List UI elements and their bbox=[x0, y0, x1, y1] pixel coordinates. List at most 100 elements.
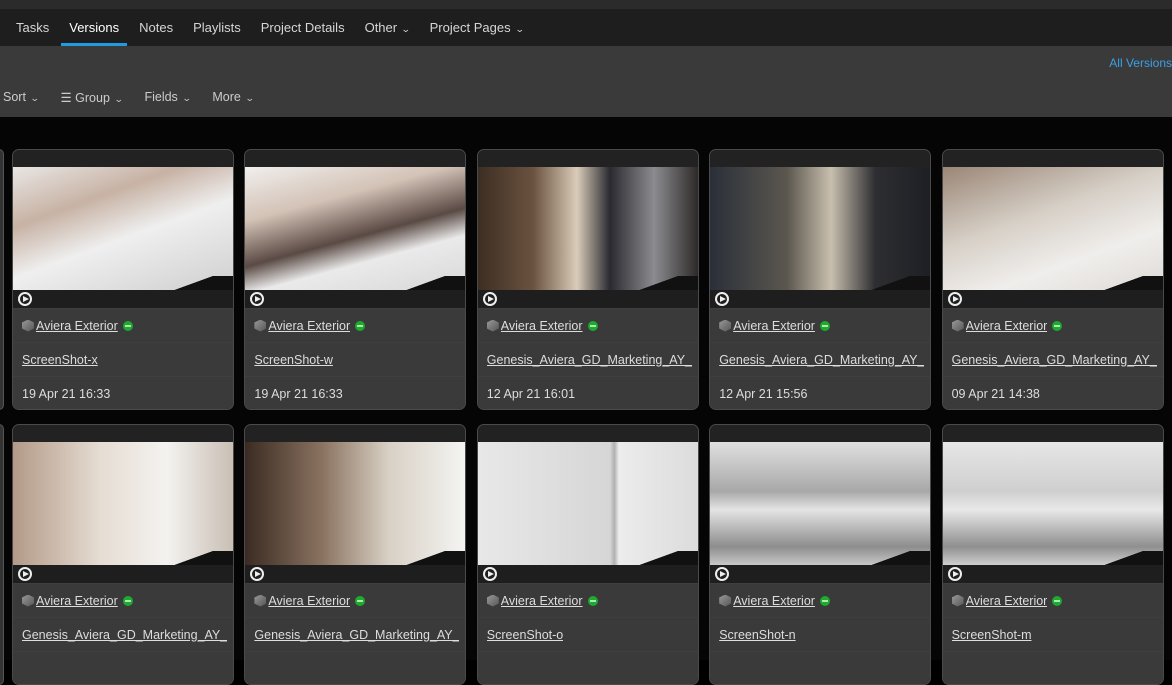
tab-playlists[interactable]: Playlists bbox=[193, 9, 241, 46]
version-name-link[interactable]: ScreenShot-w bbox=[254, 353, 333, 367]
chevron-down-icon: ⌄ bbox=[400, 24, 411, 34]
play-icon[interactable] bbox=[947, 292, 962, 306]
version-name-link[interactable]: ScreenShot-n bbox=[719, 628, 795, 642]
tab-versions[interactable]: Versions bbox=[61, 9, 127, 46]
toolbar: All Versions Sort ⌄ ☰ Group ⌄ Fields ⌄ More… bbox=[0, 46, 1172, 117]
tab-project-details[interactable]: Project Details bbox=[261, 9, 345, 46]
thumbnail-corner bbox=[637, 551, 698, 565]
version-thumbnail[interactable] bbox=[710, 167, 931, 290]
version-thumbnail[interactable] bbox=[477, 442, 698, 565]
asset-cube-icon bbox=[486, 594, 499, 607]
play-bar bbox=[245, 290, 466, 308]
version-card[interactable]: Aviera Exterior Genesis_Aviera_GD_Market… bbox=[12, 424, 234, 685]
version-thumbnail[interactable] bbox=[710, 442, 931, 565]
play-icon[interactable] bbox=[250, 292, 265, 306]
date-row bbox=[13, 651, 233, 684]
tab-project-pages[interactable]: Project Pages ⌄ bbox=[429, 9, 525, 46]
version-card[interactable]: Aviera Exterior Genesis_Aviera_GD_Market… bbox=[476, 149, 699, 410]
entity-link[interactable]: Aviera Exterior bbox=[733, 319, 815, 333]
version-thumbnail[interactable] bbox=[13, 167, 233, 290]
version-name-link[interactable]: Genesis_Aviera_GD_Marketing_AY_C bbox=[22, 628, 227, 642]
entity-link[interactable]: Aviera Exterior bbox=[501, 594, 583, 608]
thumbnail-corner bbox=[870, 551, 931, 565]
version-card[interactable]: Aviera Exterior Genesis_Aviera_GD_Market… bbox=[244, 424, 467, 685]
entity-link[interactable]: Aviera Exterior bbox=[966, 594, 1048, 608]
tab-other[interactable]: Other ⌄ bbox=[364, 9, 411, 46]
all-versions-link[interactable]: All Versions bbox=[1109, 56, 1172, 70]
play-icon[interactable] bbox=[482, 292, 497, 306]
version-thumbnail[interactable] bbox=[245, 167, 466, 290]
chevron-down-icon: ⌄ bbox=[181, 93, 192, 103]
entity-link[interactable]: Aviera Exterior bbox=[36, 594, 118, 608]
thumbnail-corner bbox=[637, 276, 698, 290]
version-card[interactable]: Aviera Exterior Genesis_Aviera_GD_Market… bbox=[709, 149, 932, 410]
thumbnail-corner bbox=[870, 276, 931, 290]
more-button[interactable]: More ⌄ bbox=[212, 90, 254, 105]
tab-tasks[interactable]: Tasks bbox=[16, 9, 49, 46]
asset-cube-icon bbox=[719, 594, 732, 607]
version-card[interactable]: Aviera Exterior ScreenShot-x 19 Apr 21 1… bbox=[12, 149, 234, 410]
version-name-link[interactable]: Genesis_Aviera_GD_Marketing_AY_C bbox=[254, 628, 459, 642]
version-card[interactable]: Aviera Exterior ScreenShot-n bbox=[709, 424, 932, 685]
version-card[interactable]: Aviera Exterior ScreenShot-m bbox=[941, 424, 1164, 685]
tab-other-label: Other bbox=[364, 20, 398, 35]
name-row: ScreenShot-m bbox=[942, 617, 1163, 651]
status-icon bbox=[819, 320, 830, 331]
version-name-link[interactable]: ScreenShot-o bbox=[487, 628, 563, 642]
entity-row: Aviera Exterior bbox=[942, 308, 1163, 342]
version-card[interactable]: Aviera Exterior Genesis_Aviera_GD_Market… bbox=[941, 149, 1164, 410]
version-date: 19 Apr 21 16:33 bbox=[22, 386, 111, 401]
play-icon[interactable] bbox=[715, 292, 730, 306]
entity-link[interactable]: Aviera Exterior bbox=[268, 319, 350, 333]
fields-button[interactable]: Fields ⌄ bbox=[144, 90, 192, 105]
sort-button[interactable]: Sort ⌄ bbox=[3, 90, 40, 105]
entity-link[interactable]: Aviera Exterior bbox=[36, 319, 118, 333]
status-icon bbox=[819, 595, 830, 606]
partial-card bbox=[0, 149, 4, 410]
version-name-link[interactable]: Genesis_Aviera_GD_Marketing_AY_C bbox=[952, 353, 1157, 367]
version-name-link[interactable]: ScreenShot-m bbox=[952, 628, 1032, 642]
play-icon[interactable] bbox=[18, 567, 32, 581]
play-icon[interactable] bbox=[18, 292, 32, 306]
entity-row: Aviera Exterior bbox=[710, 308, 931, 342]
version-date: 19 Apr 21 16:33 bbox=[254, 386, 343, 401]
entity-row: Aviera Exterior bbox=[13, 583, 233, 617]
version-card[interactable]: Aviera Exterior ScreenShot-o bbox=[476, 424, 699, 685]
version-thumbnail[interactable] bbox=[942, 167, 1163, 290]
status-icon bbox=[1052, 595, 1063, 606]
name-row: Genesis_Aviera_GD_Marketing_AY_C bbox=[13, 617, 233, 651]
status-icon bbox=[587, 595, 598, 606]
version-name-link[interactable]: ScreenShot-x bbox=[22, 353, 98, 367]
versions-grid: Aviera Exterior ScreenShot-x 19 Apr 21 1… bbox=[0, 117, 1172, 685]
asset-cube-icon bbox=[719, 319, 732, 332]
play-bar bbox=[710, 290, 931, 308]
entity-link[interactable]: Aviera Exterior bbox=[501, 319, 583, 333]
version-name-link[interactable]: Genesis_Aviera_GD_Marketing_AY_C bbox=[719, 353, 924, 367]
tab-notes[interactable]: Notes bbox=[139, 9, 173, 46]
entity-row: Aviera Exterior bbox=[477, 583, 698, 617]
status-icon bbox=[355, 595, 366, 606]
card-header bbox=[13, 150, 233, 167]
play-icon[interactable] bbox=[250, 567, 265, 581]
version-name-link[interactable]: Genesis_Aviera_GD_Marketing_AY_C bbox=[487, 353, 692, 367]
play-icon[interactable] bbox=[482, 567, 497, 581]
version-thumbnail[interactable] bbox=[245, 442, 466, 565]
version-thumbnail[interactable] bbox=[942, 442, 1163, 565]
version-thumbnail[interactable] bbox=[477, 167, 698, 290]
entity-link[interactable]: Aviera Exterior bbox=[966, 319, 1048, 333]
play-icon[interactable] bbox=[947, 567, 962, 581]
entity-link[interactable]: Aviera Exterior bbox=[268, 594, 350, 608]
tab-project-pages-label: Project Pages bbox=[429, 20, 511, 35]
entity-link[interactable]: Aviera Exterior bbox=[733, 594, 815, 608]
card-header bbox=[942, 425, 1163, 442]
version-card[interactable]: Aviera Exterior ScreenShot-w 19 Apr 21 1… bbox=[244, 149, 467, 410]
entity-row: Aviera Exterior bbox=[710, 583, 931, 617]
date-row: 09 Apr 21 14:38 bbox=[942, 376, 1163, 409]
version-date: 09 Apr 21 14:38 bbox=[951, 386, 1040, 401]
version-thumbnail[interactable] bbox=[13, 442, 233, 565]
play-icon[interactable] bbox=[715, 567, 730, 581]
chevron-down-icon: ⌄ bbox=[514, 24, 525, 34]
group-button[interactable]: ☰ Group ⌄ bbox=[60, 90, 123, 105]
play-bar bbox=[942, 565, 1163, 583]
play-bar bbox=[942, 290, 1163, 308]
